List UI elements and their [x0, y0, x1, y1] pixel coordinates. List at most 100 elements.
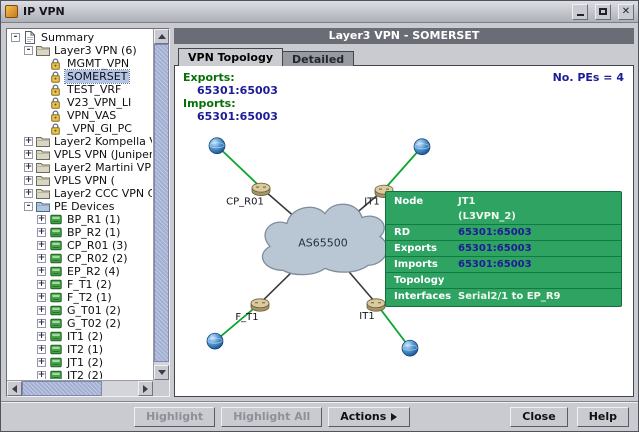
tree-item-test-vrf[interactable]: TEST_VRF	[8, 83, 152, 96]
expand-icon[interactable]: +	[37, 332, 46, 341]
tree-item-cp-r01-3[interactable]: +CP_R01 (3)	[8, 239, 152, 252]
pe-router-icon-f-t1[interactable]	[251, 299, 269, 311]
tree-item-label: G_T01 (2)	[65, 304, 123, 317]
tree-item-layer2-martini-vpn-c[interactable]: + Layer2 Martini VPN C	[8, 161, 152, 174]
collapse-icon[interactable]: -	[24, 46, 33, 55]
expand-icon[interactable]: +	[37, 215, 46, 224]
expand-icon[interactable]: +	[24, 163, 33, 172]
tree-item-mgmt-vpn[interactable]: MGMT_VPN	[8, 57, 152, 70]
tree-item-layer2-ccc-vpn-cin[interactable]: +Layer2 CCC VPN Cin	[8, 187, 152, 200]
scroll-down-button[interactable]	[154, 365, 169, 380]
pe-router-icon-cp-r01[interactable]	[252, 183, 270, 195]
expand-icon[interactable]: +	[24, 189, 33, 198]
close-window-button[interactable]: ✕	[618, 4, 634, 20]
node-label-it1: IT1	[359, 311, 374, 322]
minimize-button[interactable]	[572, 4, 588, 20]
expand-icon[interactable]: +	[37, 306, 46, 315]
tree-item-cp-r02-2[interactable]: +CP_R02 (2)	[8, 252, 152, 265]
expand-icon[interactable]: +	[37, 254, 46, 263]
tree-item-g-t01-2[interactable]: + G_T01 (2)	[8, 304, 152, 317]
ce-globe-icon[interactable]	[414, 139, 430, 155]
tooltip-row: Topology	[386, 273, 621, 289]
tree-item-summary[interactable]: -Summary	[8, 31, 152, 44]
tree-item-bp-r1-1[interactable]: +BP_R1 (1)	[8, 213, 152, 226]
expand-icon[interactable]: +	[24, 150, 33, 159]
tree-item-v23-vpn-li[interactable]: V23_VPN_LI	[8, 96, 152, 109]
expand-icon[interactable]: +	[37, 228, 46, 237]
tree-item-f-t1-2[interactable]: +F_T1 (2)	[8, 278, 152, 291]
tree-item-ep-r2-4[interactable]: +EP_R2 (4)	[8, 265, 152, 278]
tree-item-vpls-vpn[interactable]: +VPLS VPN (	[8, 174, 152, 187]
help-button[interactable]: Help	[577, 407, 629, 427]
highlight-button[interactable]: Highlight	[134, 407, 215, 427]
tree-item-layer2-kompella-vpn[interactable]: +Layer2 Kompella VPN	[8, 135, 152, 148]
collapse-icon[interactable]: -	[24, 202, 33, 211]
tree-item-label: TEST_VRF	[65, 83, 123, 96]
lock-icon	[48, 58, 63, 70]
tree-item-label: G_T02 (2)	[65, 317, 123, 330]
expand-icon[interactable]: +	[24, 176, 33, 185]
highlight-all-button[interactable]: Highlight All	[221, 407, 322, 427]
tree-item-label: BP_R2 (1)	[65, 226, 122, 239]
handle-spacer	[37, 85, 46, 94]
actions-button[interactable]: Actions	[328, 407, 410, 427]
expand-icon[interactable]: +	[37, 267, 46, 276]
tree-item-somerset[interactable]: SOMERSET	[8, 70, 152, 83]
pe-router-icon-it1[interactable]	[367, 299, 385, 311]
tooltip-row: NodeJT1	[386, 194, 621, 209]
ce-globe-icon[interactable]	[402, 340, 418, 356]
ce-globe-icon[interactable]	[207, 333, 223, 349]
tree-item-jt1-2[interactable]: +JT1 (2)	[8, 356, 152, 369]
close-button[interactable]: Close	[510, 407, 567, 427]
app-icon	[5, 5, 18, 18]
vertical-scrollbar[interactable]	[153, 29, 169, 380]
titlebar[interactable]: IP VPN ✕	[1, 1, 638, 23]
tree-item-label: IT2 (1)	[65, 343, 105, 356]
maximize-button[interactable]	[595, 4, 611, 20]
tree-item-vpn-vas[interactable]: VPN_VAS	[8, 109, 152, 122]
tab-vpn-topology[interactable]: VPN Topology	[178, 48, 283, 66]
tooltip-row: RD65301:65003	[386, 225, 621, 241]
collapse-icon[interactable]: -	[11, 33, 20, 42]
folder-icon	[35, 149, 50, 160]
tab-detailed[interactable]: Detailed	[283, 51, 354, 66]
tooltip-label: RD	[394, 227, 458, 238]
expand-icon[interactable]: +	[37, 345, 46, 354]
expand-icon[interactable]: +	[37, 358, 46, 367]
exports-label: Exports:	[183, 71, 278, 84]
tree-item-it1-2[interactable]: +IT1 (2)	[8, 330, 152, 343]
tree-item-g-t02-2[interactable]: + G_T02 (2)	[8, 317, 152, 330]
tree-item-layer3-vpn-6[interactable]: -Layer3 VPN (6)	[8, 44, 152, 57]
tree-item-pe-devices[interactable]: -PE Devices	[8, 200, 152, 213]
tree-item-it2-1[interactable]: + IT2 (1)	[8, 343, 152, 356]
tree-item-jt2-2[interactable]: +JT2 (2)	[8, 369, 152, 379]
tree-item-vpn-gi-pc[interactable]: _VPN_GI_PC	[8, 122, 152, 135]
arrow-left-icon	[8, 385, 17, 393]
device-icon	[48, 214, 63, 225]
expand-icon[interactable]: +	[37, 371, 46, 379]
device-icon	[48, 370, 63, 379]
tree-item-vpls-vpn-juniper[interactable]: +VPLS VPN (Juniper)	[8, 148, 152, 161]
expand-icon[interactable]: +	[37, 280, 46, 289]
tooltip-label: Topology	[394, 275, 458, 286]
tree-item-bp-r2-1[interactable]: + BP_R2 (1)	[8, 226, 152, 239]
horizontal-scrollbar[interactable]	[7, 380, 153, 396]
horizontal-scrollbar-thumb[interactable]	[22, 381, 102, 396]
ce-globe-icon[interactable]	[209, 138, 225, 154]
tooltip-value: 65301:65003	[458, 227, 532, 238]
expand-icon[interactable]: +	[37, 319, 46, 328]
topology-view: Exports: 65301:65003 Imports: 65301:6500…	[174, 65, 634, 397]
scroll-up-button[interactable]	[154, 29, 169, 44]
expand-icon[interactable]: +	[24, 137, 33, 146]
tree-item-label: Layer2 Martini VPN C	[52, 161, 152, 174]
scroll-right-button[interactable]	[138, 381, 153, 396]
minimize-icon	[577, 14, 584, 16]
handle-spacer	[37, 72, 46, 81]
lock-icon	[48, 110, 63, 122]
scroll-left-button[interactable]	[7, 381, 22, 396]
expand-icon[interactable]: +	[37, 241, 46, 250]
vertical-scrollbar-thumb[interactable]	[154, 44, 169, 362]
as-cloud[interactable]: AS65500	[262, 204, 387, 274]
tree-item-f-t2-1[interactable]: +F_T2 (1)	[8, 291, 152, 304]
expand-icon[interactable]: +	[37, 293, 46, 302]
